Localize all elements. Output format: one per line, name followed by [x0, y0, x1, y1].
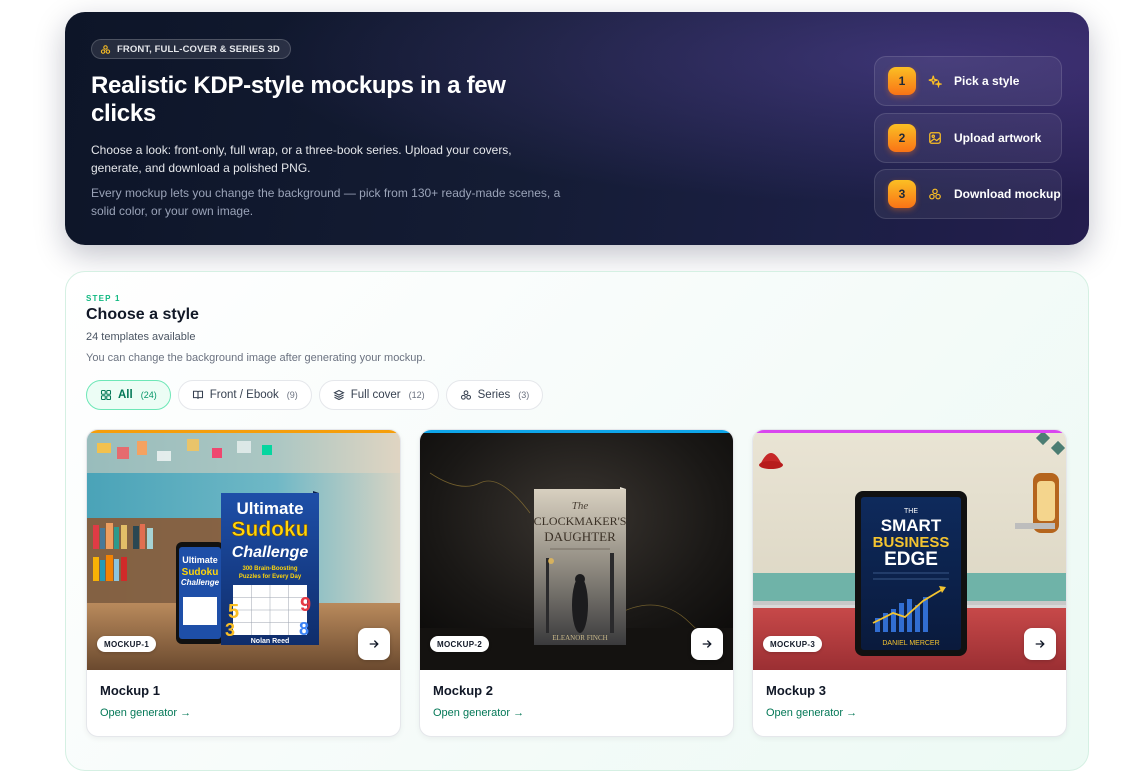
arrow-right-icon — [369, 640, 379, 648]
step-number-badge: 2 — [888, 123, 916, 152]
step-number-badge: 1 — [888, 67, 916, 95]
image-upload-icon — [928, 131, 942, 145]
hero-tag-label: FRONT, FULL-COVER & SERIES 3D — [117, 43, 280, 55]
books-stack-icon — [460, 390, 471, 400]
filter-front-ebook[interactable]: Front / Ebook (9) — [177, 380, 312, 410]
open-generator-arrow-button[interactable] — [1024, 628, 1056, 660]
mockup-badge: MOCKUP-3 — [763, 636, 823, 652]
svg-text:Ultimate: Ultimate — [182, 555, 218, 565]
hero-note: Every mockup lets you change the backgro… — [91, 186, 561, 218]
svg-text:DAUGHTER: DAUGHTER — [544, 529, 616, 544]
svg-text:Challenge: Challenge — [181, 578, 220, 587]
open-generator-link[interactable]: Open generator → — [433, 707, 524, 719]
template-card-mockup-3[interactable]: THE SMART BUSINESS EDGE DANIEL MERCER MO… — [752, 429, 1067, 737]
arrow-right-icon — [1035, 640, 1045, 648]
open-generator-link[interactable]: Open generator → — [766, 707, 857, 719]
hero-step-upload-artwork: 2 Upload artwork — [874, 112, 1062, 163]
arrow-right-icon — [702, 640, 712, 648]
books-stack-icon — [928, 187, 942, 201]
mockup-badge: MOCKUP-1 — [97, 636, 157, 652]
hero-banner: FRONT, FULL-COVER & SERIES 3D Realistic … — [65, 12, 1089, 245]
filter-label: All — [118, 389, 133, 401]
template-grid: Ultimate Sudoku Challenge Ultimate Sudok… — [86, 429, 1067, 737]
svg-text:ELEANOR FINCH: ELEANOR FINCH — [552, 634, 607, 642]
filter-label: Full cover — [350, 389, 401, 401]
template-count: 24 templates available — [86, 331, 196, 343]
filter-count: (24) — [140, 390, 157, 400]
mockup-badge: MOCKUP-2 — [430, 636, 490, 652]
open-generator-link[interactable]: Open generator → — [100, 707, 191, 719]
step-label: Upload artwork — [954, 130, 1042, 145]
template-card-mockup-1[interactable]: Ultimate Sudoku Challenge Ultimate Sudok… — [86, 429, 401, 737]
svg-text:Ultimate: Ultimate — [236, 499, 303, 518]
business-ebook-scene: THE SMART BUSINESS EDGE DANIEL MERCER — [753, 433, 1066, 670]
open-generator-arrow-button[interactable] — [691, 628, 723, 660]
svg-text:3: 3 — [225, 620, 235, 640]
books-stack-icon — [100, 44, 111, 54]
step-indicator: STEP 1 — [86, 294, 121, 303]
svg-text:Sudoku: Sudoku — [182, 567, 219, 578]
filter-series[interactable]: Series (3) — [445, 380, 544, 410]
step-label: Download mockup — [954, 187, 1061, 201]
svg-text:9: 9 — [300, 594, 311, 616]
svg-text:Nolan Reed: Nolan Reed — [251, 638, 290, 645]
template-card-mockup-2[interactable]: The CLOCKMAKER'S DAUGHTER ELEANOR FINCH … — [419, 429, 734, 737]
svg-text:300 Brain-Boosting: 300 Brain-Boosting — [242, 566, 297, 572]
hero-step-download: 3 Download mockup — [874, 169, 1062, 219]
card-title: Mockup 1 — [100, 683, 160, 698]
svg-text:Challenge: Challenge — [232, 544, 309, 561]
choose-style-panel: STEP 1 Choose a style 24 templates avail… — [65, 271, 1089, 771]
svg-text:DANIEL MERCER: DANIEL MERCER — [882, 640, 939, 647]
svg-text:CLOCKMAKER'S: CLOCKMAKER'S — [534, 514, 627, 528]
svg-text:EDGE: EDGE — [884, 549, 938, 570]
hero-steps: 1 Pick a style 2 Upload artwork 3 Downlo… — [874, 56, 1062, 226]
clockmaker-book-scene: The CLOCKMAKER'S DAUGHTER ELEANOR FINCH — [420, 433, 733, 670]
svg-text:8: 8 — [299, 619, 309, 639]
mockup-preview-image[interactable]: Ultimate Sudoku Challenge Ultimate Sudok… — [87, 433, 400, 670]
svg-text:Puzzles for Every Day: Puzzles for Every Day — [239, 574, 302, 580]
hero-step-pick-style: 1 Pick a style — [874, 56, 1062, 106]
filter-count: (3) — [518, 390, 530, 400]
hero-description: Choose a look: front-only, full wrap, or… — [91, 143, 512, 175]
card-title: Mockup 3 — [766, 683, 826, 698]
mockup-preview-image[interactable]: THE SMART BUSINESS EDGE DANIEL MERCER MO… — [753, 433, 1066, 670]
filter-chips: All (24) Front / Ebook (9) Full cover (1… — [86, 380, 544, 410]
book-open-icon — [192, 390, 203, 399]
svg-text:THE: THE — [904, 508, 918, 515]
step-label: Pick a style — [954, 74, 1020, 88]
section-title: Choose a style — [86, 306, 199, 323]
layers-icon — [333, 389, 345, 401]
svg-text:Sudoku: Sudoku — [232, 518, 309, 541]
filter-full-cover[interactable]: Full cover (12) — [318, 380, 439, 410]
mockup-preview-image[interactable]: The CLOCKMAKER'S DAUGHTER ELEANOR FINCH … — [420, 433, 733, 670]
filter-all[interactable]: All (24) — [86, 380, 171, 410]
step-number-badge: 3 — [888, 180, 916, 208]
filter-count: (9) — [286, 390, 298, 400]
card-title: Mockup 2 — [433, 683, 493, 698]
section-note: You can change the background image afte… — [86, 352, 426, 364]
open-generator-arrow-button[interactable] — [358, 628, 390, 660]
filter-count: (12) — [408, 390, 425, 400]
filter-label: Series — [477, 389, 511, 401]
hero-title: Realistic KDP-style mockups in a few cli… — [91, 72, 506, 127]
hero-tag-pill: FRONT, FULL-COVER & SERIES 3D — [91, 39, 291, 59]
grid-icon — [100, 389, 112, 401]
svg-text:SMART: SMART — [881, 516, 942, 535]
svg-text:The: The — [572, 500, 589, 512]
filter-label: Front / Ebook — [209, 389, 279, 401]
sparkle-icon — [928, 74, 942, 88]
sudoku-book-scene: Ultimate Sudoku Challenge Ultimate Sudok… — [87, 433, 400, 670]
